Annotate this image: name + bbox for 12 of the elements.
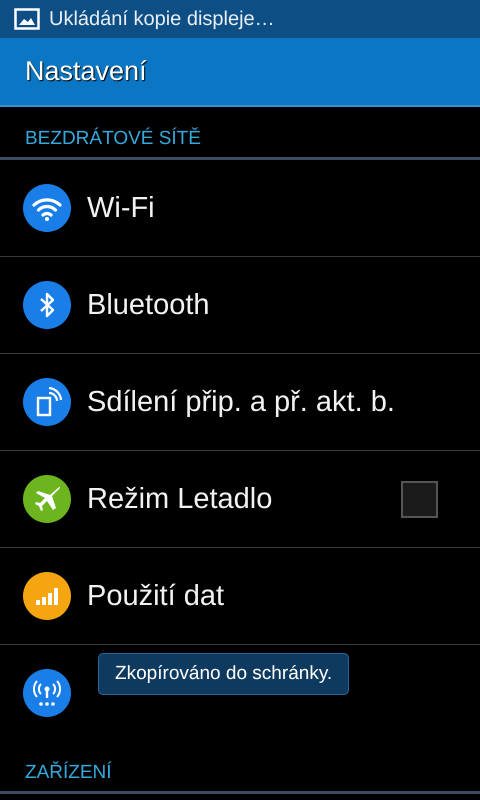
item-label: Režim Letadlo [87,482,274,516]
item-label: Použití dat [87,580,226,612]
toast-message: Zkopírováno do schránky. [98,653,350,695]
notification-text: Ukládání kopie displeje… [49,8,275,30]
picture-icon [14,8,40,30]
item-label: Sdílení přip. a př. akt. b. [87,386,396,418]
screen-title: Nastavení [25,56,147,87]
checkbox[interactable] [401,480,438,518]
section-header: BEZDRÁTOVÉ SÍTĚ [25,128,201,150]
item-label: Bluetooth [87,288,211,322]
section-header: ZAŘÍZENÍ [25,762,112,784]
item-label: Wi-Fi [87,192,156,224]
